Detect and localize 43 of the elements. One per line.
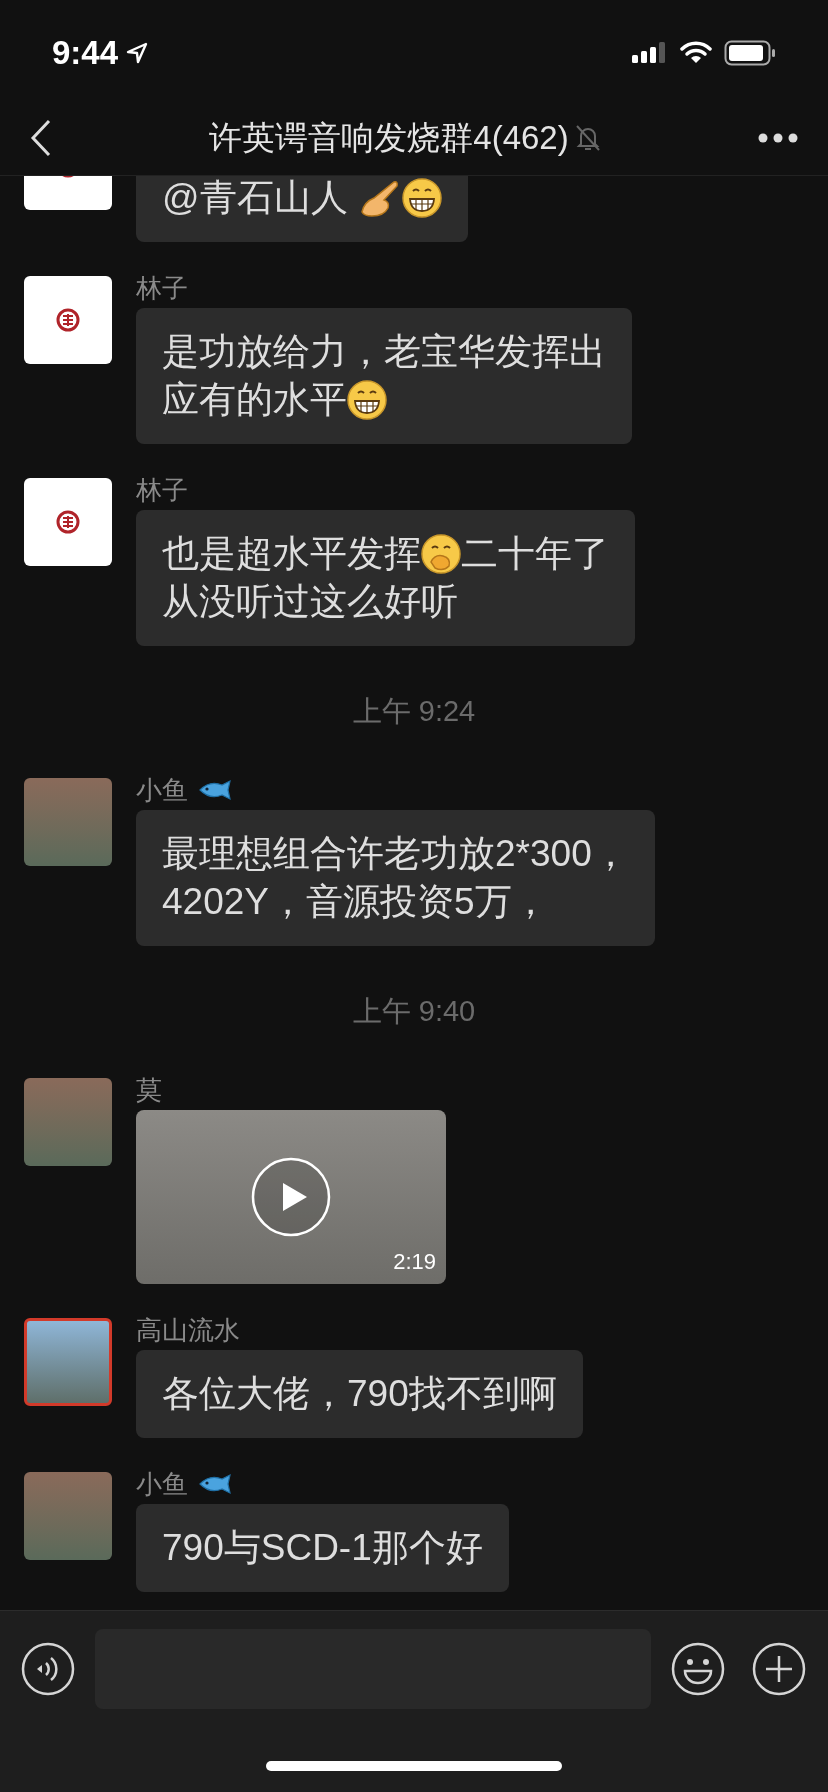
message-bubble[interactable]: 最理想组合许老功放2*300， 4202Y，音源投资5万，	[136, 810, 655, 946]
back-icon[interactable]	[30, 118, 52, 157]
message-bubble[interactable]: @青石山人	[136, 176, 468, 242]
face-with-hand-emoji-icon	[421, 534, 461, 574]
plus-icon[interactable]	[752, 1642, 806, 1696]
sender-name: 林子	[136, 477, 188, 503]
message-text: @青石山人	[162, 176, 349, 220]
voice-icon[interactable]	[21, 1642, 75, 1696]
sender-name: 莫	[136, 1077, 162, 1103]
wifi-icon	[680, 41, 712, 65]
grinning-emoji-icon	[347, 380, 387, 420]
timestamp: 上午 9:24	[352, 694, 476, 730]
message-text: 是功放给力，老宝华发挥出	[162, 330, 606, 374]
message-text: 应有的水平	[162, 378, 347, 422]
message-text: 从没听过这么好听	[162, 580, 458, 624]
message-bubble[interactable]: 是功放给力，老宝华发挥出 应有的水平	[136, 308, 632, 444]
sender-name: 小鱼	[136, 777, 188, 803]
message-bubble[interactable]: 790与SCD-1那个好	[136, 1504, 509, 1592]
message-text: 也是超水平发挥	[162, 532, 421, 576]
sender-name: 高山流水	[136, 1317, 240, 1343]
logo-avatar[interactable]	[24, 276, 112, 364]
video-duration: 2:19	[393, 1248, 436, 1276]
status-time: 9:44	[52, 33, 119, 74]
play-icon[interactable]	[251, 1157, 331, 1237]
sender-name: 小鱼	[136, 1471, 188, 1497]
emoji-icon[interactable]	[671, 1642, 725, 1696]
more-icon[interactable]	[758, 132, 798, 143]
message-bubble[interactable]: 各位大佬，790找不到啊	[136, 1350, 583, 1438]
chat-title: 许英谔音响发烧群4(462)	[209, 117, 569, 158]
video-thumbnail[interactable]: 2:19	[136, 1110, 446, 1284]
location-arrow-icon	[126, 42, 149, 64]
grinning-emoji-icon	[401, 178, 442, 218]
battery-icon	[724, 40, 776, 66]
sender-name: 林子	[136, 275, 188, 301]
message-text: 最理想组合许老功放2*300，	[162, 832, 629, 876]
message-text: 二十年了	[461, 532, 609, 576]
message-bubble[interactable]: 也是超水平发挥 二十年了 从没听过这么好听	[136, 510, 635, 646]
logo-avatar[interactable]	[24, 478, 112, 566]
signal-icon	[632, 41, 668, 65]
timestamp: 上午 9:40	[352, 994, 476, 1030]
message-text: 790与SCD-1那个好	[162, 1526, 483, 1570]
message-text: 4202Y，音源投资5万，	[162, 880, 549, 924]
message-text: 各位大佬，790找不到啊	[162, 1372, 557, 1416]
